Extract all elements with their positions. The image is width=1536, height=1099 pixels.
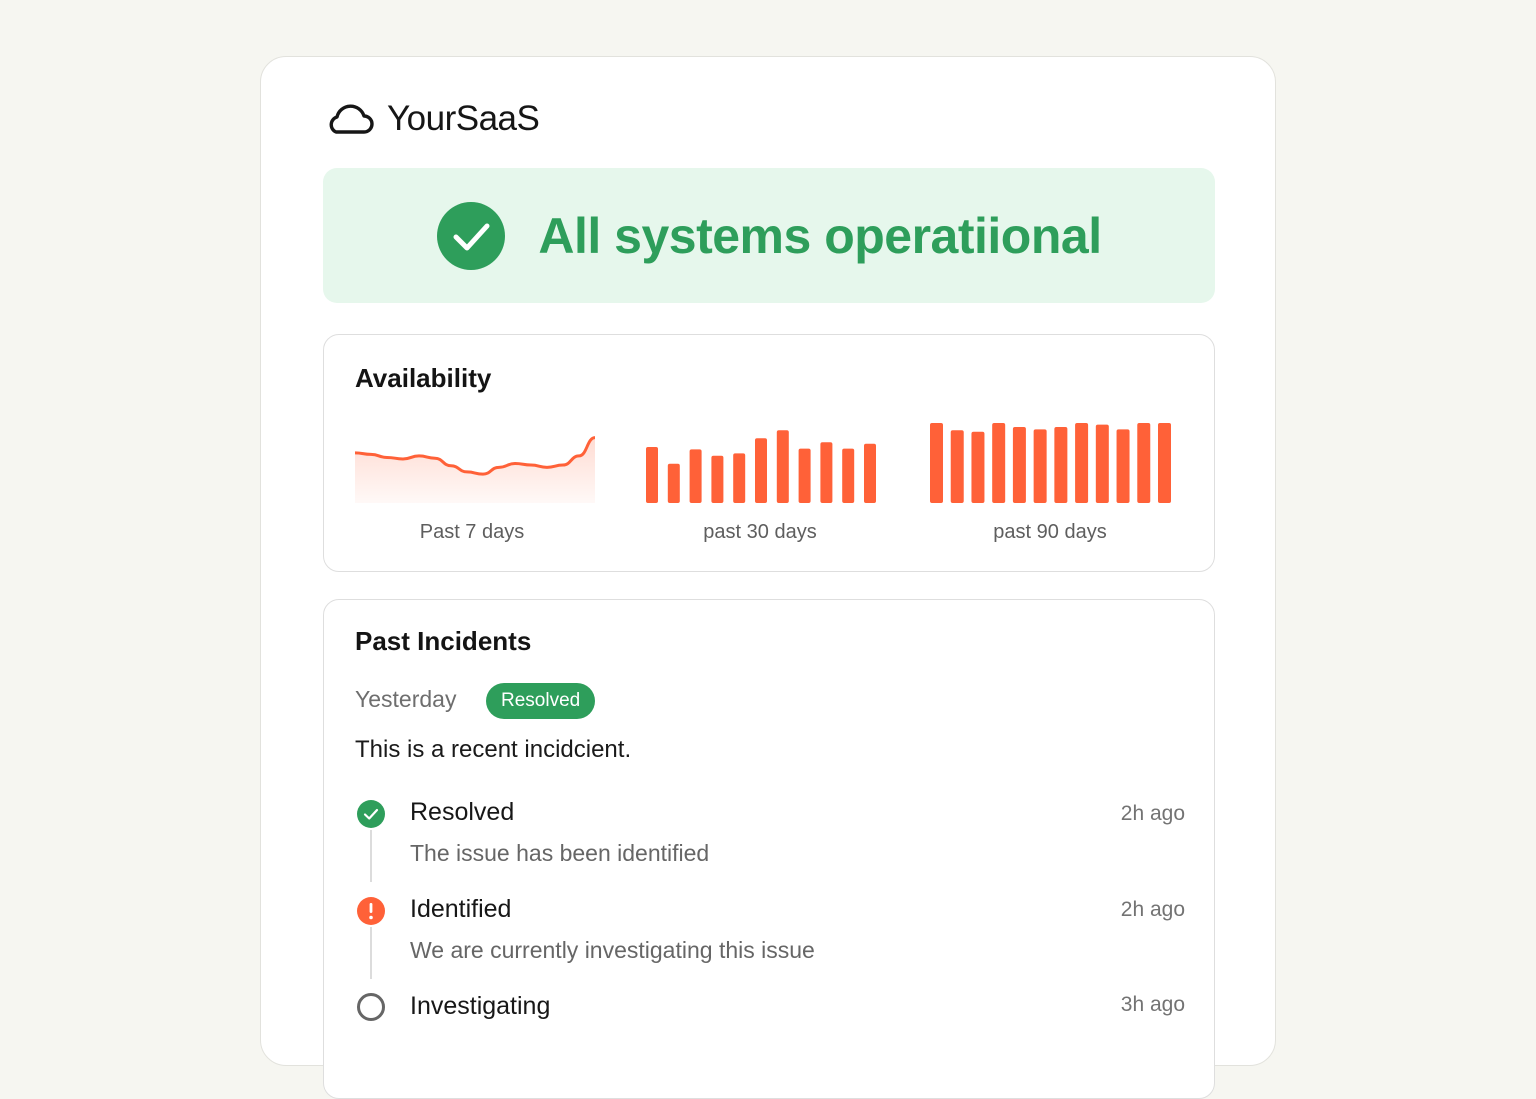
alert-circle-icon [357,897,385,925]
chart-label-30-days: past 30 days [703,521,817,543]
timeline-time: 2h ago [1120,802,1185,825]
chart-bar [1116,429,1130,503]
status-page-card: YourSaaS All systems operatiional Availa… [260,56,1276,1099]
timeline-time: 3h ago [1120,993,1185,1016]
timeline-detail: The issue has been identified [410,840,710,866]
chart-area-fill [355,437,595,503]
timeline-time: 2h ago [1120,898,1185,921]
past-incidents-title: Past Incidents [355,626,532,656]
chart-bar [820,442,833,503]
chart-bar [733,453,746,503]
chart-bar [646,447,658,503]
chart-bar [776,430,789,503]
chart-bar [1095,424,1109,503]
timeline-connector [370,927,372,979]
check-circle-icon [437,201,506,270]
timeline-title: Identified [410,895,512,923]
chart-bar [1033,429,1047,503]
chart-bar [864,443,876,503]
chart-label-90-days: past 90 days [993,521,1107,543]
cloud-icon [329,104,374,134]
chart-bar [971,431,985,503]
timeline-title: Investigating [410,992,551,1020]
chart-bar [667,463,680,503]
check-circle-icon [357,800,385,828]
chart-bar [1137,423,1151,503]
chart-bar [755,438,767,503]
availability-title: Availability [355,363,492,393]
chart-bar [842,448,855,503]
availability-panel: Availability Past 7 days past 30 days pa… [323,334,1215,572]
chart-bar [1075,423,1089,503]
timeline-detail: We are currently investigating this issu… [410,937,815,963]
incident-date: Yesterday [355,686,457,712]
empty-circle-icon [357,993,385,1021]
chart-bar [1054,427,1068,503]
incident-description[interactable]: This is a recent incidcient. [355,736,631,764]
brand-header[interactable]: YourSaaS [323,97,540,141]
timeline-title: Resolved [410,798,515,826]
chart-bar [992,423,1006,503]
chart-bar [798,448,811,503]
status-badge: Resolved [486,683,596,719]
chart-bar [930,423,943,503]
timeline-connector [370,830,372,882]
status-message: All systems operatiional [538,207,1102,264]
chart-bar [1158,423,1171,503]
availability-chart-30-days[interactable] [646,421,876,503]
chart-label-7-days: Past 7 days [419,521,525,543]
availability-chart-7-days[interactable] [355,421,595,503]
chart-bar [1012,427,1026,503]
brand-name: YourSaaS [387,99,540,138]
chart-bar [689,449,702,503]
past-incidents-panel: Past Incidents Yesterday Resolved This i… [323,599,1215,1099]
chart-bar [711,455,724,503]
status-banner: All systems operatiional [323,168,1215,303]
chart-bar [950,430,964,503]
availability-chart-90-days[interactable] [930,421,1171,503]
